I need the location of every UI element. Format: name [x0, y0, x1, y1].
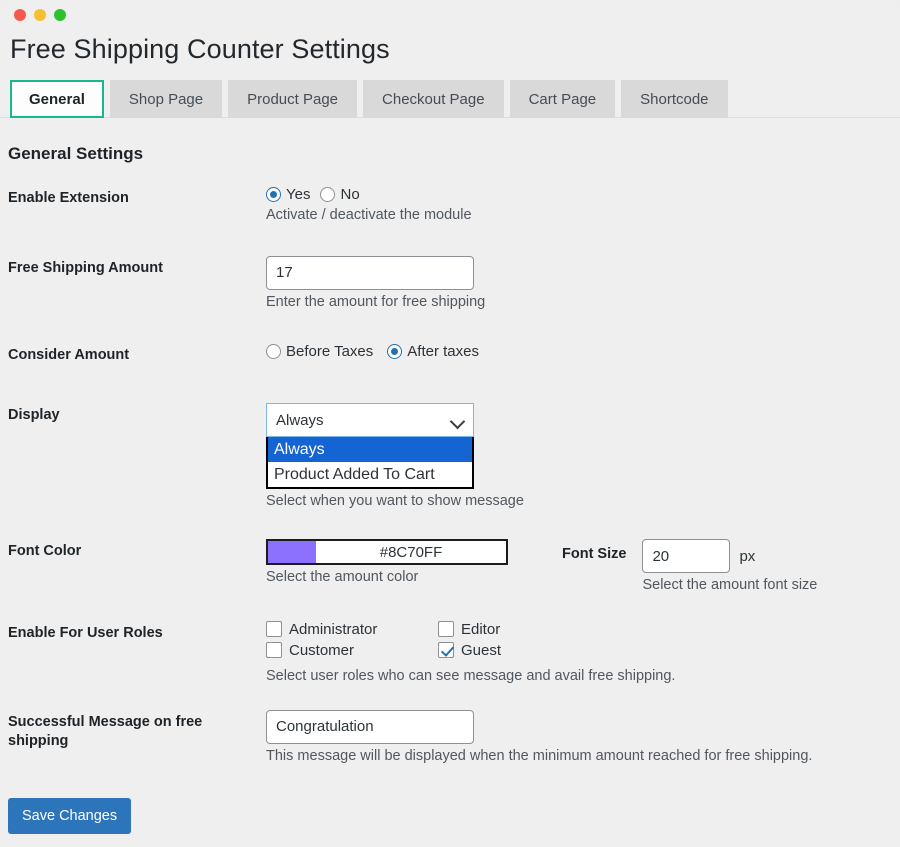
radio-enable-no[interactable]: No	[320, 186, 360, 203]
radio-after-taxes-icon[interactable]	[387, 343, 403, 359]
page-title: Free Shipping Counter Settings	[10, 34, 390, 64]
display-select-box[interactable]: Always	[266, 403, 474, 438]
consider-amount-radio-group: Before Taxes After taxes	[266, 343, 900, 360]
checkbox-administrator-label: Administrator	[289, 620, 378, 638]
radio-before-taxes[interactable]: Before Taxes	[266, 343, 373, 360]
checkbox-administrator-icon[interactable]	[266, 621, 282, 638]
radio-after-taxes-label: After taxes	[407, 342, 479, 360]
tab-product-page[interactable]: Product Page	[228, 80, 358, 118]
row-free-shipping-amount: Free Shipping Amount Enter the amount fo…	[8, 255, 900, 312]
row-font-color-size: Font Color #8C70FF Select the amount col…	[8, 539, 900, 595]
enable-extension-label: Enable Extension	[8, 190, 129, 206]
user-roles-label: Enable For User Roles	[8, 624, 163, 641]
maximize-window-icon[interactable]	[54, 9, 66, 21]
radio-enable-yes[interactable]: Yes	[266, 186, 310, 203]
free-shipping-amount-input[interactable]	[266, 255, 474, 290]
tab-shortcode[interactable]: Shortcode	[621, 80, 728, 118]
chevron-down-icon[interactable]	[451, 414, 464, 427]
tab-checkout-page-label: Checkout Page	[382, 90, 485, 108]
row-consider-amount: Consider Amount Before Taxes After taxes	[8, 343, 900, 366]
radio-enable-no-label: No	[340, 186, 360, 203]
app-window: Free Shipping Counter Settings General S…	[0, 0, 900, 847]
tab-cart-page[interactable]: Cart Page	[509, 80, 616, 118]
success-message-hint: This message will be displayed when the …	[266, 747, 813, 764]
enable-extension-hint: Activate / deactivate the module	[266, 207, 472, 223]
font-size-unit: px	[739, 547, 756, 565]
section-title: General Settings	[8, 144, 144, 163]
user-roles-hint: Select user roles who can see message an…	[266, 667, 676, 684]
row-success-message: Successful Message on free shipping This…	[8, 709, 900, 766]
save-changes-button[interactable]: Save Changes	[8, 797, 132, 834]
consider-amount-label: Consider Amount	[8, 346, 130, 363]
tab-general-label: General	[29, 90, 85, 108]
success-message-label: Successful Message on free shipping	[8, 713, 203, 750]
display-option-product-added-to-cart-label: Product Added To Cart	[274, 465, 435, 483]
display-select-value: Always	[276, 411, 324, 429]
display-hint: Select when you want to show message	[266, 493, 524, 510]
checkbox-editor-icon[interactable]	[438, 621, 454, 638]
font-color-swatch[interactable]	[268, 541, 316, 564]
display-option-always-label: Always	[274, 440, 325, 458]
checkbox-editor[interactable]: Editor	[438, 621, 900, 638]
tab-shop-page-label: Shop Page	[128, 90, 204, 108]
radio-after-taxes[interactable]: After taxes	[387, 343, 479, 360]
font-size-hint: Select the amount font size	[642, 577, 818, 594]
display-label: Display	[8, 407, 60, 424]
font-size-input[interactable]	[642, 539, 731, 574]
display-select[interactable]: Always Always Product Added To Cart	[266, 403, 474, 490]
font-color-hint: Select the amount color	[266, 569, 419, 586]
tab-bar: General Shop Page Product Page Checkout …	[0, 78, 900, 118]
radio-enable-yes-icon[interactable]	[266, 187, 281, 202]
checkbox-guest-icon[interactable]	[438, 642, 454, 659]
minimize-window-icon[interactable]	[34, 9, 46, 21]
font-color-label: Font Color	[8, 543, 82, 560]
row-display: Display Always Always Product Added To C…	[8, 403, 900, 511]
success-message-input[interactable]	[266, 709, 474, 744]
checkbox-guest[interactable]: Guest	[438, 642, 900, 659]
tab-product-page-label: Product Page	[247, 90, 339, 108]
checkbox-guest-label: Guest	[461, 641, 502, 659]
radio-before-taxes-icon[interactable]	[266, 343, 281, 359]
checkbox-customer-icon[interactable]	[266, 642, 282, 659]
radio-enable-yes-label: Yes	[286, 186, 311, 203]
display-select-options: Always Product Added To Cart	[266, 437, 474, 490]
checkbox-administrator[interactable]: Administrator	[266, 621, 438, 638]
radio-before-taxes-label: Before Taxes	[286, 342, 374, 360]
checkbox-customer-label: Customer	[289, 641, 355, 659]
checkbox-customer[interactable]: Customer	[266, 642, 438, 659]
tab-shop-page[interactable]: Shop Page	[109, 80, 223, 118]
user-roles-checkbox-grid: Administrator Editor Customer Guest	[266, 621, 900, 659]
window-titlebar	[0, 0, 900, 30]
tab-general[interactable]: General	[10, 80, 104, 118]
font-color-value[interactable]: #8C70FF	[316, 541, 506, 564]
free-shipping-amount-hint: Enter the amount for free shipping	[266, 293, 486, 310]
row-user-roles: Enable For User Roles Administrator Edit…	[8, 621, 900, 686]
display-option-always[interactable]: Always	[268, 437, 472, 463]
tab-cart-page-label: Cart Page	[528, 90, 597, 108]
settings-form: Enable Extension Yes No Activate / deact…	[0, 186, 900, 766]
row-enable-extension: Enable Extension Yes No Activate / deact…	[8, 186, 900, 225]
font-color-field[interactable]: #8C70FF	[266, 539, 508, 566]
radio-enable-no-icon[interactable]	[320, 187, 336, 202]
enable-extension-radio-group: Yes No	[266, 186, 900, 203]
checkbox-editor-label: Editor	[461, 620, 501, 638]
display-option-product-added-to-cart[interactable]: Product Added To Cart	[268, 462, 472, 487]
free-shipping-amount-label: Free Shipping Amount	[8, 259, 163, 276]
tab-checkout-page[interactable]: Checkout Page	[363, 80, 504, 118]
close-window-icon[interactable]	[14, 9, 26, 21]
tab-shortcode-label: Shortcode	[640, 90, 709, 108]
font-size-label: Font Size	[562, 546, 627, 563]
